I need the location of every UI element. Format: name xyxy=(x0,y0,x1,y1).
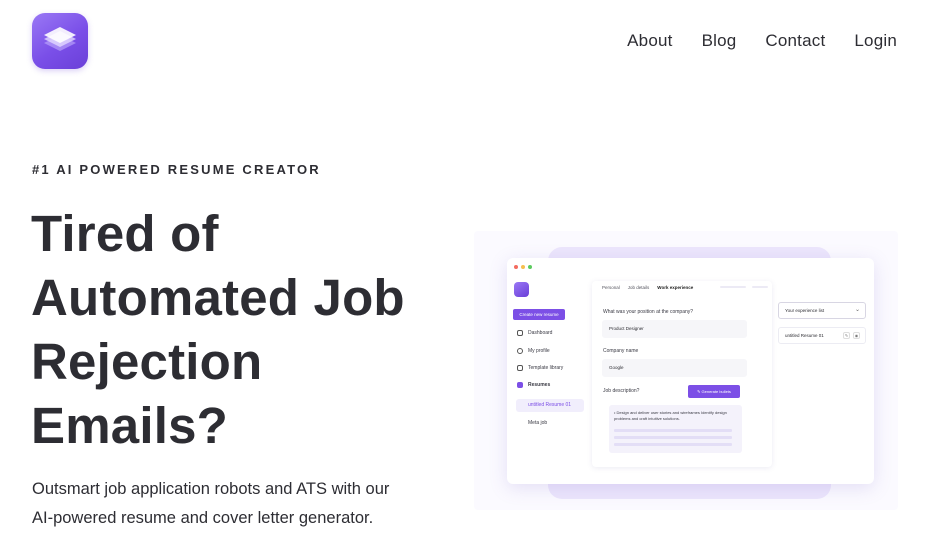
tab-placeholder-line xyxy=(752,286,768,288)
minimize-dot xyxy=(521,265,525,269)
tab-placeholder-line xyxy=(720,286,746,288)
mockup-logo-icon xyxy=(514,282,529,297)
experience-select: Your experience list ⌄ xyxy=(778,302,866,319)
experience-item-label: untitled Resume 01 xyxy=(785,333,824,338)
user-icon xyxy=(517,348,523,354)
sidebar-item-label: My profile xyxy=(528,348,550,354)
headline-line: Rejection xyxy=(31,333,263,390)
edit-icon: ✎ xyxy=(843,332,850,339)
nav-contact[interactable]: Contact xyxy=(765,31,825,51)
nav-blog[interactable]: Blog xyxy=(702,31,737,51)
tab-work-experience: Work experience xyxy=(657,285,694,290)
hero-eyebrow: #1 AI POWERED RESUME CREATOR xyxy=(32,162,321,177)
position-label: What was your position at the company? xyxy=(603,309,694,315)
chevron-down-icon: ⌄ xyxy=(854,307,860,313)
tab-personal: Personal xyxy=(602,285,620,290)
text-placeholder-line xyxy=(614,429,732,432)
company-label: Company name xyxy=(603,348,639,354)
close-dot xyxy=(514,265,518,269)
form-tabs: Personal Job details Work experience xyxy=(602,285,693,290)
description-text: • Design and deliver user stories and wi… xyxy=(614,410,727,421)
maximize-dot xyxy=(528,265,532,269)
headline-line: Automated Job xyxy=(31,269,405,326)
top-nav: About Blog Contact Login xyxy=(627,31,897,51)
headline-line: Tired of xyxy=(31,205,219,262)
sidebar-item-resumes: Resumes xyxy=(517,382,550,388)
create-resume-button: Create new resume xyxy=(513,309,565,320)
sidebar-item-label: Dashboard xyxy=(528,330,553,336)
sidebar-subitem-resume: untitled Resume 01 xyxy=(516,399,584,412)
experience-select-label: Your experience list xyxy=(785,308,825,313)
sidebar-item-label: Resumes xyxy=(528,382,551,388)
home-icon xyxy=(517,330,523,336)
sidebar-item-dashboard: Dashboard xyxy=(517,330,552,336)
sidebar-item-label: Template library xyxy=(528,365,564,371)
text-placeholder-line xyxy=(614,443,732,446)
description-box: • Design and deliver user stories and wi… xyxy=(609,405,742,453)
hero-headline: Tired of Automated Job Rejection Emails? xyxy=(31,202,451,458)
position-input: Product Designer xyxy=(602,320,747,338)
brand-logo[interactable] xyxy=(32,13,88,69)
file-icon xyxy=(517,365,523,371)
subtext-line: Outsmart job application robots and ATS … xyxy=(32,480,390,498)
sidebar-subitem-meta: Meta job xyxy=(528,420,548,426)
headline-line: Emails? xyxy=(31,397,228,454)
form-panel: Personal Job details Work experience Wha… xyxy=(592,281,772,467)
nav-login[interactable]: Login xyxy=(854,31,897,51)
hero-subtext: Outsmart job application robots and ATS … xyxy=(32,475,452,533)
app-mockup: Create new resume Dashboard My profile T… xyxy=(507,258,874,484)
sidebar-item-profile: My profile xyxy=(517,348,550,354)
resume-icon xyxy=(517,382,523,388)
logo-icon xyxy=(44,27,76,51)
subtext-line: AI-powered resume and cover letter gener… xyxy=(32,509,374,527)
generate-bullets-label: Generate bullets xyxy=(701,389,731,394)
company-input: Google xyxy=(602,359,747,377)
text-placeholder-line xyxy=(614,436,732,439)
window-controls xyxy=(514,265,532,269)
tab-job-details: Job details xyxy=(627,285,650,290)
experience-item: untitled Resume 01 ✎ ◉ xyxy=(778,327,866,344)
nav-about[interactable]: About xyxy=(627,31,672,51)
eye-icon: ◉ xyxy=(853,332,860,339)
generate-bullets-button: ✎ Generate bullets xyxy=(688,385,740,398)
sidebar-item-templates: Template library xyxy=(517,365,563,371)
description-label: Job description? xyxy=(603,388,640,394)
